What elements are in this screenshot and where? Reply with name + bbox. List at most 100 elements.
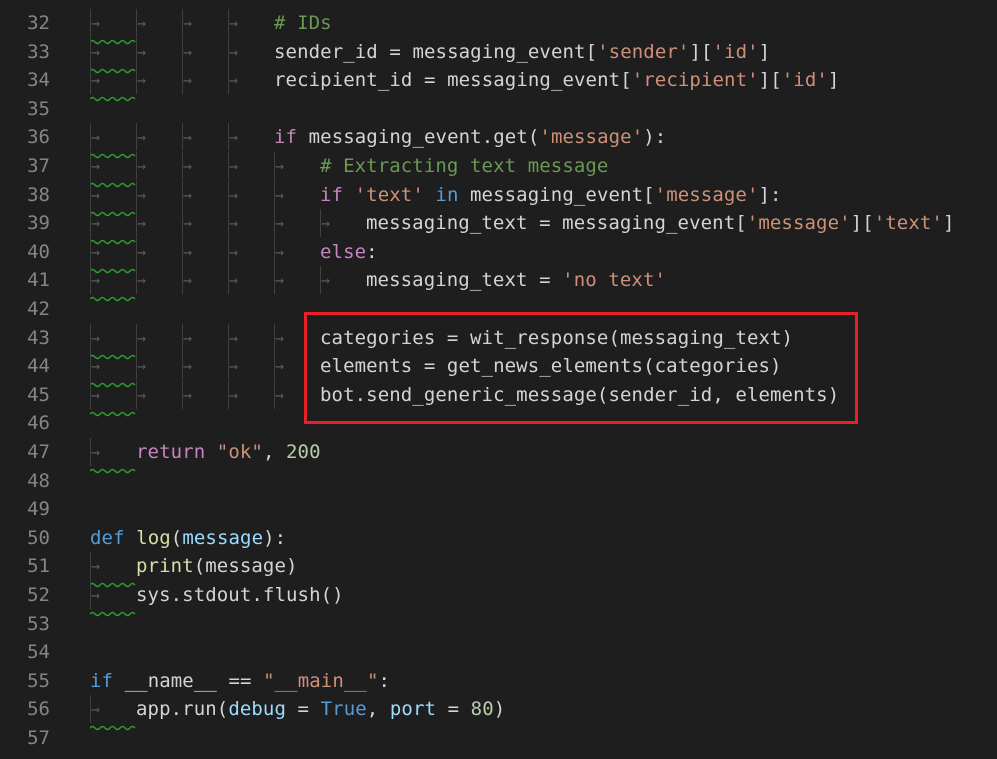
tab-arrow-icon: →	[229, 71, 239, 90]
tab-arrow-icon: →	[229, 271, 239, 290]
code-token: def	[90, 526, 125, 549]
code-token: =	[412, 69, 448, 92]
code-token: messaging_event	[412, 40, 586, 63]
code-line[interactable]: 48	[0, 467, 997, 495]
code-line[interactable]: 33 → → → → sender_id = messaging_event['sende…	[0, 37, 997, 73]
code-token: # IDs	[274, 12, 332, 34]
line-number: 45	[27, 383, 50, 406]
code-token: messaging_event	[447, 69, 621, 92]
tab-arrow-icon: →	[137, 71, 147, 90]
line-number: 35	[27, 97, 50, 120]
code-token: 'text'	[873, 212, 943, 235]
code-line[interactable]: 34 → → → → recipient_id = messaging_event['re…	[0, 66, 997, 102]
tab-arrow-icon: →	[137, 385, 147, 404]
tab-arrow-icon: →	[229, 14, 239, 32]
code-token: [	[585, 40, 598, 63]
code-text: messaging_text = messaging_event['messag…	[366, 209, 955, 237]
code-token: [	[620, 69, 632, 92]
code-line[interactable]: 52 → sys.stdout.flush()	[0, 581, 997, 617]
warning-squiggle	[89, 259, 136, 273]
code-line[interactable]: 57	[0, 724, 997, 752]
code-line[interactable]: 40 → → → → → else:	[0, 237, 997, 273]
line-number: 39	[27, 212, 50, 235]
code-line[interactable]: 35	[0, 95, 997, 123]
tab-arrow-icon: →	[275, 385, 285, 404]
code-line[interactable]: 36 → → → → if messaging_event.get('message'):	[0, 123, 997, 159]
warning-squiggle	[89, 573, 136, 588]
tab-arrow-icon: →	[229, 214, 239, 233]
code-line[interactable]: 39 → → → → → → messaging_text = messaging_event…	[0, 209, 997, 245]
line-number: 53	[27, 612, 50, 635]
tab-arrow-icon: →	[137, 157, 147, 175]
code-token: (message)	[193, 555, 298, 578]
code-line[interactable]: 49	[0, 495, 997, 523]
line-number: 49	[27, 498, 50, 521]
code-token: __name__ ==	[113, 669, 264, 692]
tab-arrow-icon: →	[229, 328, 239, 347]
code-token: 'no text'	[562, 269, 667, 292]
code-token: if	[320, 183, 344, 206]
tab-arrow-icon: →	[229, 185, 239, 204]
warning-squiggle	[89, 230, 136, 245]
tab-arrow-icon: →	[275, 157, 285, 175]
line-number: 41	[27, 269, 50, 292]
code-text: if 'text' in messaging_event['message']:	[320, 181, 782, 209]
line-number: 42	[27, 298, 50, 320]
code-token: 'recipient'	[631, 69, 759, 92]
tab-arrow-icon: →	[183, 71, 193, 90]
code-text: messaging_text = 'no text'	[366, 266, 666, 294]
tab-arrow-icon: →	[229, 385, 239, 404]
code-token: app.run(	[136, 698, 229, 721]
code-line[interactable]: 51 → print(message)	[0, 552, 997, 588]
code-text: # Extracting text message	[320, 152, 608, 180]
code-text: # IDs	[274, 9, 332, 37]
code-token: )	[493, 698, 506, 721]
line-number: 44	[27, 355, 50, 378]
tab-arrow-icon: →	[183, 185, 193, 204]
tab-arrow-icon: →	[183, 385, 193, 404]
tab-arrow-icon: →	[183, 328, 193, 347]
code-token: ][	[689, 40, 713, 63]
code-token: ):	[643, 126, 667, 149]
code-line[interactable]: 50 def log(message):	[0, 524, 997, 552]
code-line[interactable]: 38 → → → → → if 'text' in messaging_event['mes…	[0, 180, 997, 216]
code-token: port	[389, 698, 437, 721]
code-token: # Extracting text message	[320, 155, 609, 177]
tab-arrow-icon: →	[275, 214, 285, 233]
tab-arrow-icon: →	[183, 128, 193, 147]
line-number: 34	[27, 69, 50, 92]
code-token: =	[436, 698, 471, 721]
code-line[interactable]: 55 if __name__ == "__main__":	[0, 667, 997, 695]
tab-arrow-icon: →	[275, 185, 285, 204]
code-line[interactable]: 37 → → → → → # Extracting text message	[0, 152, 997, 188]
line-number: 33	[27, 40, 50, 63]
code-token: messaging_event[	[458, 183, 655, 206]
tab-arrow-icon: →	[229, 42, 239, 61]
code-token: :	[378, 669, 391, 692]
code-line[interactable]: 47 → return "ok", 200	[0, 438, 997, 474]
code-editor[interactable]: 32 → → → → # IDs 33 → → → → sender_id = messaging_e…	[0, 0, 997, 759]
code-token: ]	[827, 69, 840, 92]
code-line[interactable]: 56 → app.run(debug = True, port = 80)	[0, 695, 997, 731]
code-token: =	[377, 40, 413, 63]
code-line[interactable]: 54	[0, 638, 997, 666]
warning-squiggle	[89, 459, 136, 474]
warning-squiggle	[89, 202, 136, 216]
code-text: return "ok", 200	[136, 438, 321, 466]
code-token: 'id'	[781, 69, 828, 92]
code-text: if __name__ == "__main__":	[90, 667, 390, 695]
code-line[interactable]: 53	[0, 610, 997, 638]
code-line[interactable]: 32 → → → → # IDs	[0, 9, 997, 45]
tab-arrow-icon: →	[229, 128, 239, 147]
code-token: ]:	[758, 183, 782, 206]
code-token: in	[435, 183, 459, 206]
code-line[interactable]: 41 → → → → → → messaging_text = 'no text'	[0, 266, 997, 302]
code-token: messaging_text = messaging_event[	[366, 212, 747, 235]
code-token: debug	[228, 698, 287, 721]
line-number: 51	[27, 555, 50, 578]
line-number: 47	[27, 441, 50, 463]
tab-arrow-icon: →	[183, 271, 193, 290]
